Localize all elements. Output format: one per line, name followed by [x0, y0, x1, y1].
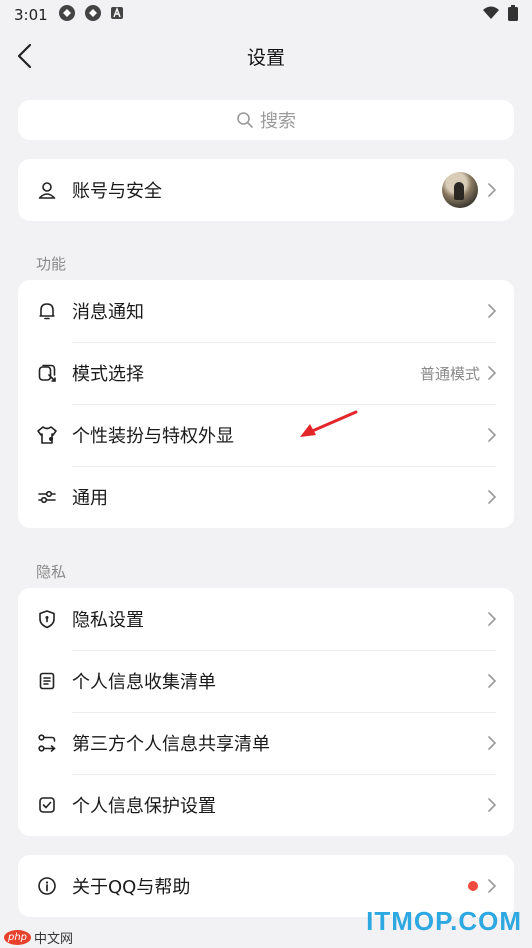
info-icon	[36, 875, 58, 897]
row-label: 第三方个人信息共享清单	[72, 734, 270, 755]
watermark-php: php 中文网	[4, 928, 73, 947]
chevron-right-icon	[488, 879, 497, 893]
row-label: 个人信息保护设置	[72, 796, 216, 817]
document-icon	[36, 670, 58, 692]
chevron-right-icon	[488, 612, 497, 626]
sliders-icon	[36, 486, 58, 508]
section-title-features: 功能	[36, 255, 67, 273]
features-card: 消息通知 模式选择 普通模式 个性装扮与特权外显 通用	[18, 280, 514, 528]
page-title: 设置	[246, 46, 285, 69]
chevron-right-icon	[488, 674, 497, 688]
account-security-row[interactable]: 账号与安全	[18, 159, 514, 221]
wifi-icon	[482, 6, 500, 24]
app-notification-icon	[84, 4, 102, 26]
row-privacy-settings[interactable]: 隐私设置	[18, 588, 514, 650]
mode-icon	[36, 362, 58, 384]
letter-a-icon	[110, 6, 124, 24]
chevron-right-icon	[488, 366, 497, 380]
row-label: 个性装扮与特权外显	[72, 426, 234, 447]
row-info-collection[interactable]: 个人信息收集清单	[18, 650, 514, 712]
php-logo: php	[4, 930, 32, 945]
chevron-right-icon	[488, 428, 497, 442]
search-icon	[237, 112, 253, 128]
account-card: 账号与安全	[18, 159, 514, 221]
notification-dot	[468, 881, 478, 891]
app-notification-icon	[58, 4, 76, 26]
row-info-protection[interactable]: 个人信息保护设置	[18, 774, 514, 836]
row-label: 消息通知	[72, 302, 144, 323]
back-arrow-icon[interactable]	[14, 42, 38, 70]
shield-icon	[36, 608, 58, 630]
search-placeholder: 搜索	[260, 111, 296, 132]
avatar	[442, 172, 478, 208]
search-bar[interactable]: 搜索	[18, 100, 514, 140]
status-time: 3:01	[14, 6, 48, 24]
row-personalization[interactable]: 个性装扮与特权外显	[18, 404, 514, 466]
row-label: 关于QQ与帮助	[72, 877, 191, 898]
watermark-itmop: ITMOP.COM	[366, 906, 522, 936]
user-icon	[36, 179, 58, 201]
bell-icon	[36, 300, 58, 322]
row-label: 个人信息收集清单	[72, 672, 216, 693]
chevron-right-icon	[488, 798, 497, 812]
watermark-text: 中文网	[34, 932, 74, 947]
chevron-right-icon	[488, 490, 497, 504]
privacy-card: 隐私设置 个人信息收集清单 第三方个人信息共享清单 个人信息保护设置	[18, 588, 514, 836]
nav-bar: 设置	[0, 32, 532, 80]
row-general[interactable]: 通用	[18, 466, 514, 528]
status-bar: 3:01	[0, 0, 532, 30]
annotation-arrow-icon	[300, 410, 358, 437]
row-notifications[interactable]: 消息通知	[18, 280, 514, 342]
row-label: 隐私设置	[72, 610, 144, 631]
share-icon	[36, 732, 58, 754]
tshirt-icon	[36, 424, 58, 446]
section-title-privacy: 隐私	[36, 563, 67, 581]
checkbox-icon	[36, 794, 58, 816]
row-mode-select[interactable]: 模式选择 普通模式	[18, 342, 514, 404]
account-security-label: 账号与安全	[72, 181, 162, 202]
chevron-right-icon	[488, 183, 497, 197]
row-label: 通用	[72, 488, 108, 509]
row-third-party-sharing[interactable]: 第三方个人信息共享清单	[18, 712, 514, 774]
battery-icon	[508, 5, 518, 25]
row-label: 模式选择	[72, 364, 144, 385]
chevron-right-icon	[488, 736, 497, 750]
mode-value: 普通模式	[419, 364, 480, 383]
chevron-right-icon	[488, 304, 497, 318]
